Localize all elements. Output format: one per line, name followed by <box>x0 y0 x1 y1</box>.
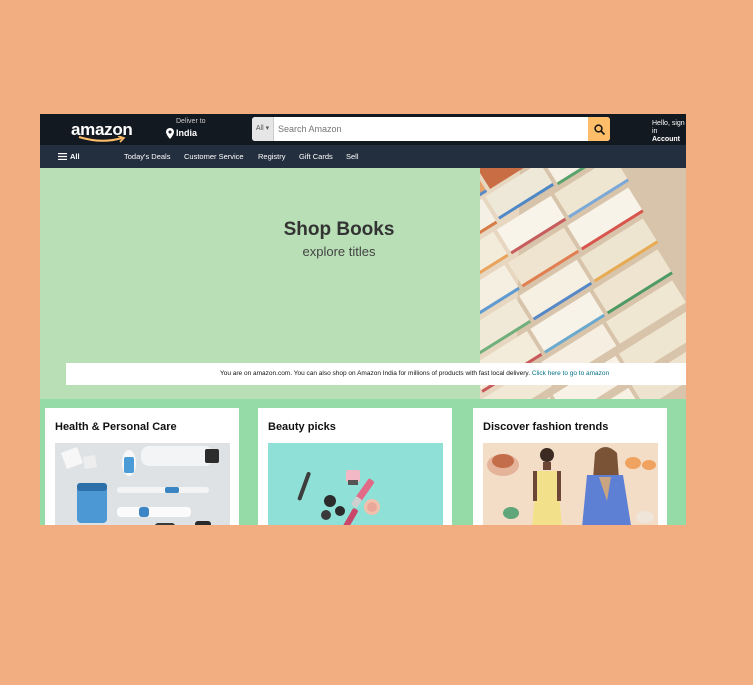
account-greeting: Hello, sign in <box>652 120 685 135</box>
account-menu[interactable]: Hello, sign in Account <box>652 120 686 143</box>
search-input[interactable] <box>278 117 578 141</box>
nav-link-gift-cards[interactable]: Gift Cards <box>299 152 333 161</box>
location-pin-icon <box>166 128 174 139</box>
category-card-fashion[interactable]: Discover fashion trends <box>473 408 667 525</box>
hamburger-menu-icon <box>58 153 67 160</box>
nav-link-sell[interactable]: Sell <box>346 152 359 161</box>
location-name: India <box>176 128 198 138</box>
screenshot-frame: amazon Deliver to India All ▾ Search Ama… <box>40 114 686 525</box>
nav-link-todays-deals[interactable]: Today's Deals <box>124 152 170 161</box>
search-bar: All ▾ <box>252 117 610 141</box>
smile-arrow-icon <box>78 136 126 143</box>
amazon-logo[interactable]: amazon <box>67 117 139 143</box>
search-category-label: All <box>255 125 264 132</box>
card-title: Beauty picks <box>268 421 336 433</box>
health-products-image <box>55 443 230 525</box>
locale-notice-text: You are on amazon.com. You can also shop… <box>220 370 531 377</box>
top-navbar: amazon Deliver to India All ▾ Search Ama… <box>40 114 686 145</box>
deliver-to-label: Deliver to <box>176 118 206 125</box>
card-title: Health & Personal Care <box>55 421 177 433</box>
search-category-select[interactable]: All ▾ <box>252 117 274 141</box>
category-card-health[interactable]: Health & Personal Care <box>45 408 239 525</box>
beauty-products-image <box>268 443 443 525</box>
locale-notice-link[interactable]: Click here to go to amazon <box>532 370 609 377</box>
account-label: Account <box>652 136 680 143</box>
nav-link-customer-service[interactable]: Customer Service <box>184 152 244 161</box>
nav-all-menu[interactable]: All <box>58 152 80 161</box>
search-button[interactable] <box>588 117 610 141</box>
locale-notice-bar: You are on amazon.com. You can also shop… <box>66 363 686 385</box>
sub-navbar: All Today's Deals Customer Service Regis… <box>40 145 686 168</box>
fashion-models-image <box>483 443 658 525</box>
category-card-beauty[interactable]: Beauty picks <box>258 408 452 525</box>
nav-link-registry[interactable]: Registry <box>258 152 286 161</box>
nav-all-label: All <box>70 152 80 161</box>
deliver-to-location[interactable]: Deliver to India <box>166 118 226 140</box>
card-title: Discover fashion trends <box>483 421 609 433</box>
search-icon <box>593 123 605 135</box>
